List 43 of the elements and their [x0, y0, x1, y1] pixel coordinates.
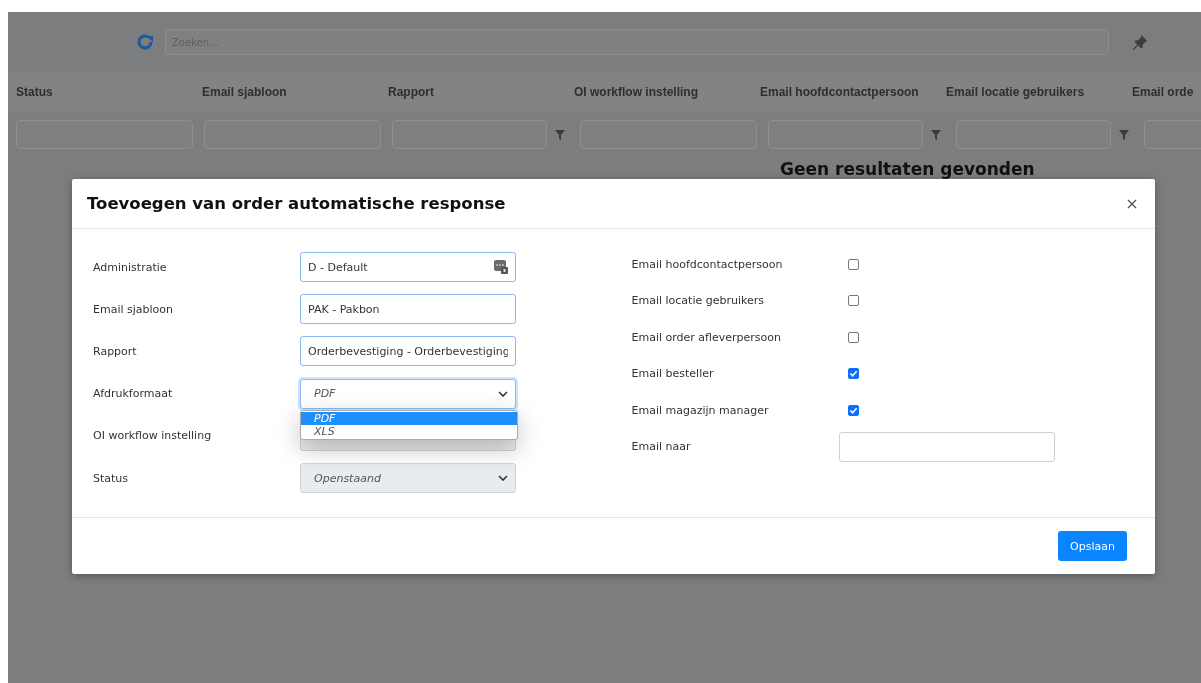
field-label: Rapport: [93, 344, 138, 358]
field-label: Email order afleverpersoon: [631, 330, 782, 344]
refresh-icon[interactable]: [135, 32, 155, 52]
field-label: Email sjabloon: [93, 302, 174, 316]
pin-icon[interactable]: [1131, 33, 1149, 51]
field-label: Email naar: [631, 440, 692, 454]
checkbox[interactable]: [847, 295, 859, 307]
column-header[interactable]: Email hoofdcontactpersoon: [760, 85, 919, 99]
empty-message: Geen resultaten gevonden: [780, 159, 1035, 179]
save-button[interactable]: Opslaan: [1058, 531, 1127, 561]
select-field[interactable]: PDF: [300, 378, 516, 409]
dropdown-option[interactable]: XLS: [301, 424, 517, 438]
dialog-title: Toevoegen van order automatische response: [87, 194, 506, 213]
lookup-icon[interactable]: [494, 260, 508, 275]
filter-icon[interactable]: [555, 129, 565, 140]
chevron-icon: [498, 475, 508, 482]
text-field[interactable]: [838, 431, 1055, 462]
column-header[interactable]: Email sjabloon: [202, 85, 287, 99]
field-label: Administratie: [93, 260, 168, 274]
lookup-field[interactable]: D - Default: [300, 252, 516, 283]
checkbox[interactable]: [847, 404, 859, 416]
field-label: Email magazijn manager: [631, 403, 770, 417]
column-header[interactable]: Status: [16, 85, 53, 99]
column-header[interactable]: OI workflow instelling: [574, 85, 698, 99]
chevron-icon: [498, 390, 508, 397]
checkbox[interactable]: [847, 368, 859, 380]
checkbox[interactable]: [847, 331, 859, 343]
field-label: Email besteller: [631, 367, 715, 381]
text-field[interactable]: PAK - Pakbon: [300, 294, 516, 325]
field-label: Status: [93, 471, 130, 485]
field-label: OI workflow instelling: [93, 429, 213, 443]
dropdown-option[interactable]: PDF: [301, 411, 517, 425]
column-header[interactable]: Email locatie gebruikers: [946, 85, 1085, 99]
close-icon[interactable]: [1127, 198, 1137, 209]
text-field[interactable]: Orderbevestiging - Orderbevestiging: [300, 336, 516, 367]
column-header[interactable]: Rapport: [388, 85, 434, 99]
field-label: Afdrukformaat: [93, 387, 174, 401]
checkbox[interactable]: [847, 258, 859, 270]
filter-icon[interactable]: [931, 129, 941, 140]
column-header[interactable]: Email orde: [1132, 85, 1194, 99]
field-label: Email hoofdcontactpersoon: [631, 257, 784, 271]
field-label: Email locatie gebruikers: [631, 294, 765, 308]
filter-icon[interactable]: [1119, 129, 1129, 140]
